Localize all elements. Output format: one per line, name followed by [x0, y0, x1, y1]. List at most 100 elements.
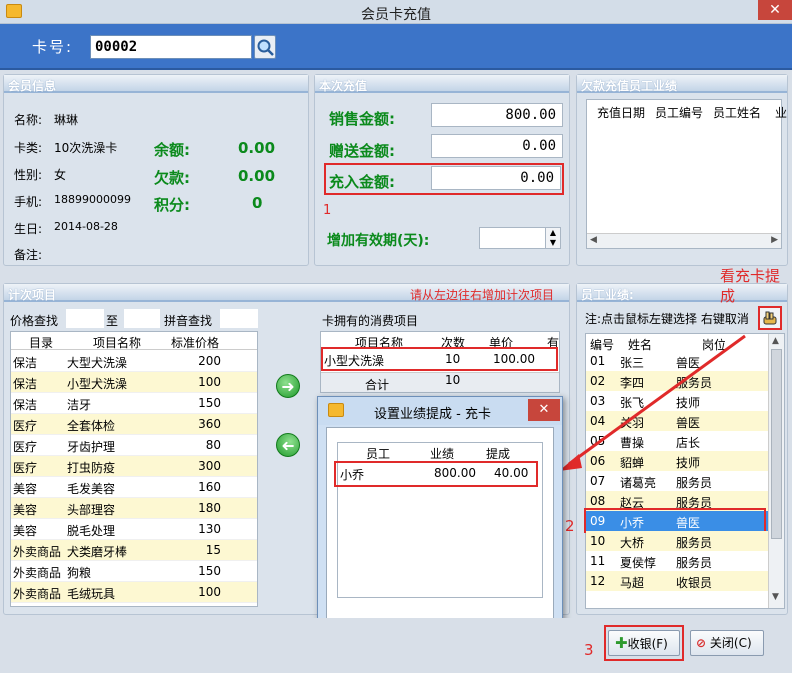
item-price: 360 [198, 417, 221, 431]
selected-staff-highlight [584, 508, 766, 533]
staff-table-row[interactable]: 09 小乔 兽医 [584, 508, 768, 533]
add-item-arrow-button[interactable]: ➜ [276, 374, 300, 398]
item-category: 美容 [13, 482, 38, 496]
owned-total-count: 10 [445, 373, 461, 387]
card-type: 10次洗澡卡 [54, 141, 118, 155]
member-name: 琳琳 [54, 113, 79, 127]
member-info-header: 会员信息 [4, 75, 308, 93]
items-table[interactable]: 目录 项目名称 标准价格 保洁 大型犬洗澡 200 保洁 小型犬洗澡 100 保洁 洁牙 150… [10, 331, 258, 607]
staff-table-row[interactable]: 11 夏侯惇 服务员 [586, 551, 768, 571]
hand-icon [763, 311, 777, 325]
remove-item-arrow-button[interactable]: ➜ [276, 433, 300, 457]
item-category: 保洁 [13, 398, 38, 412]
items-table-row[interactable]: 外卖商品 狗粮 150 [11, 561, 257, 582]
item-name: 小型犬洗澡 [67, 377, 128, 391]
price-to-input[interactable] [124, 309, 160, 328]
commission-staff[interactable]: 小乔 [340, 466, 364, 483]
item-name: 牙齿护理 [67, 440, 116, 454]
dialog-title: 设置业绩提成 - 充卡 [374, 407, 491, 422]
validity-spinner[interactable]: ▲ ▼ [545, 228, 560, 248]
annotation-arrow [559, 334, 746, 471]
card-number-input[interactable]: 00002 [90, 35, 252, 59]
commission-amount[interactable]: 40.00 [494, 466, 528, 480]
item-category: 外卖商品 [13, 545, 62, 559]
items-table-row[interactable]: 外卖商品 毛绒玩具 100 [11, 582, 257, 603]
validity-label: 增加有效期(天): [327, 233, 430, 249]
card-type-label: 卡类: [14, 141, 43, 155]
balance-label: 余额: [154, 141, 190, 159]
items-table-row[interactable]: 保洁 大型犬洗澡 200 [11, 351, 257, 372]
recharge-header: 本次充值 [315, 75, 569, 93]
item-price: 150 [198, 396, 221, 410]
staff-id: 11 [590, 554, 606, 568]
item-price: 80 [205, 438, 221, 452]
staff-id: 07 [590, 474, 606, 488]
item-category: 外卖商品 [13, 587, 62, 601]
owned-item-count[interactable]: 10 [445, 352, 460, 366]
pinyin-search-input[interactable] [220, 309, 258, 328]
charge-amount-input[interactable]: 0.00 [431, 166, 561, 190]
member-info-panel: 会员信息 名称: 琳琳 卡类: 10次洗澡卡 性别: 女 手机: 1889900… [3, 74, 309, 266]
item-price: 300 [198, 459, 221, 473]
price-from-input[interactable] [66, 309, 104, 328]
debt-col-staff-id: 员工编号 [655, 106, 704, 120]
search-icon [257, 39, 274, 56]
staff-table-row[interactable]: 10 大桥 服务员 [586, 531, 768, 551]
dialog-title-bar: 设置业绩提成 - 充卡 ✕ [318, 397, 562, 425]
debt-col-perf: 业 [775, 106, 788, 120]
owned-item-unit-price[interactable]: 100.00 [493, 352, 535, 366]
items-table-row[interactable]: 医疗 全套体检 360 [11, 414, 257, 435]
item-price: 150 [198, 564, 221, 578]
staff-name: 夏侯惇 [620, 556, 657, 570]
item-category: 医疗 [13, 461, 38, 475]
window-close-button[interactable]: ✕ [758, 0, 792, 20]
commission-table[interactable]: 员工 业绩 提成 小乔 800.00 40.00 [334, 442, 543, 598]
phone-label: 手机: [14, 195, 43, 209]
points-value: 0 [252, 194, 263, 212]
item-price: 160 [198, 480, 221, 494]
item-name: 全套体检 [67, 419, 116, 433]
staff-table-vscrollbar[interactable]: ▲ ▼ [768, 334, 784, 608]
commission-performance[interactable]: 800.00 [434, 466, 476, 480]
view-commission-button[interactable] [758, 306, 782, 330]
gift-amount-label: 赠送金额: [329, 142, 395, 160]
items-table-row[interactable]: 保洁 洁牙 150 [11, 393, 257, 414]
card-search-button[interactable] [254, 35, 276, 59]
price-to-label: 至 [106, 314, 119, 328]
gift-amount-input[interactable]: 0.00 [431, 134, 563, 158]
items-table-row[interactable]: 保洁 小型犬洗澡 100 [11, 372, 257, 393]
debt-grid-hscrollbar[interactable]: ◀ ▶ [587, 233, 781, 248]
items-table-row[interactable]: 美容 毛发美容 160 [11, 477, 257, 498]
checkout-label: 收银(F) [627, 637, 668, 651]
items-table-row[interactable]: 医疗 打虫防疫 300 [11, 456, 257, 477]
staff-hint: 注:点击鼠标左键选择 右键取消 [585, 312, 749, 326]
items-table-row[interactable]: 美容 脱毛处理 130 [11, 519, 257, 540]
owned-total-row [321, 372, 559, 392]
item-name: 洁牙 [67, 398, 92, 412]
checkout-button[interactable]: ✚收银(F) [608, 630, 680, 656]
item-category: 美容 [13, 524, 38, 538]
owned-items-table[interactable]: 项目名称 次数 单价 有 小型犬洗澡 10 100.00 合计 10 [320, 331, 560, 393]
annotation-3: 3 [584, 641, 594, 659]
phone: 18899000099 [54, 193, 131, 206]
staff-id: 08 [590, 494, 606, 508]
staff-role: 服务员 [676, 476, 713, 490]
items-table-row[interactable]: 外卖商品 犬类磨牙棒 15 [11, 540, 257, 561]
dialog-close-button[interactable]: ✕ [528, 399, 560, 421]
owned-item-name[interactable]: 小型犬洗澡 [324, 352, 384, 369]
debt-staff-grid[interactable]: 充值日期 员工编号 员工姓名 业 ◀ ▶ [586, 99, 787, 249]
member-name-label: 名称: [14, 113, 43, 127]
card-number-bar: 卡号: 00002 [0, 24, 792, 70]
annotation-1: 1 [323, 203, 332, 218]
staff-table-row[interactable]: 12 马超 收银员 [586, 571, 768, 591]
close-button[interactable]: ⊘ 关闭(C) [690, 630, 764, 656]
item-price: 100 [198, 375, 221, 389]
items-table-row[interactable]: 医疗 牙齿护理 80 [11, 435, 257, 456]
items-table-row[interactable]: 美容 头部理容 180 [11, 498, 257, 519]
staff-id: 10 [590, 534, 606, 548]
sale-amount-input[interactable]: 800.00 [431, 103, 563, 127]
staff-scroll-thumb[interactable] [771, 349, 782, 539]
commission-col-staff: 员工 [366, 447, 391, 461]
staff-id: 12 [590, 574, 606, 588]
debt-staff-panel: 欠款充值员工业绩 充值日期 员工编号 员工姓名 业 ◀ ▶ [576, 74, 788, 266]
